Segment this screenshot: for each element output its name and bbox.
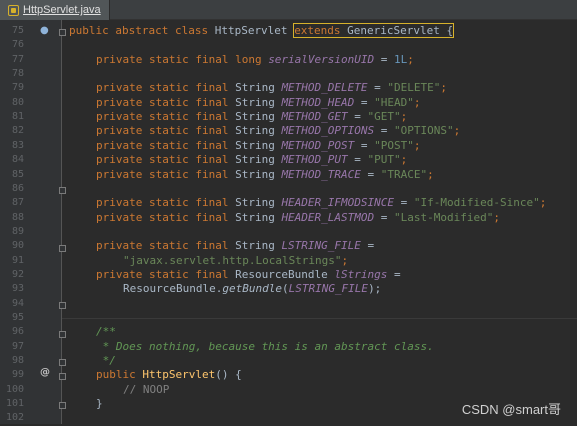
line-number: 89: [11, 225, 24, 237]
line-number: 82: [11, 125, 24, 137]
code-line-92: private static final ResourceBundle lStr…: [96, 267, 401, 281]
line-number: 94: [11, 297, 24, 309]
tab-httpservlet-java[interactable]: HttpServlet.java: [0, 0, 110, 20]
code-line-83: private static final String METHOD_POST …: [96, 138, 421, 152]
fold-toggle-icon[interactable]: [59, 373, 66, 380]
fold-toggle-icon[interactable]: [59, 29, 66, 36]
line-number: 100: [5, 383, 24, 395]
fold-toggle-icon[interactable]: [59, 302, 66, 309]
line-number: 96: [11, 326, 24, 338]
line-number: 88: [11, 211, 24, 223]
code-line-82: private static final String METHOD_OPTIO…: [96, 124, 461, 138]
code-line-87: private static final String HEADER_IFMOD…: [96, 196, 547, 210]
line-number: 95: [11, 312, 24, 323]
watermark: CSDN @smart哥: [461, 402, 561, 417]
line-number: 101: [5, 398, 24, 410]
code-line-84: private static final String METHOD_PUT =…: [96, 153, 408, 167]
line-number: 87: [11, 197, 24, 209]
javadoc-line-97: * Does nothing, because this is an abstr…: [96, 339, 434, 353]
line-number: 80: [11, 96, 24, 108]
line-number: 97: [11, 340, 24, 352]
highlighted-extends-clause: extends GenericServlet {: [293, 23, 455, 38]
line-number: 86: [11, 182, 24, 194]
line-number: 78: [11, 68, 24, 80]
code-line-90: private static final String LSTRING_FILE…: [96, 239, 375, 253]
java-class-icon: [8, 4, 19, 16]
line-number: 77: [11, 53, 24, 65]
fold-toggle-icon[interactable]: [59, 245, 66, 252]
line-number: 76: [11, 39, 24, 51]
fold-toggle-icon[interactable]: [59, 359, 66, 366]
line-number: 91: [11, 254, 24, 266]
code-line-79: private static final String METHOD_DELET…: [96, 81, 448, 95]
code-line-93: ResourceBundle.getBundle(LSTRING_FILE);: [123, 282, 382, 296]
editor-tab-bar: HttpServlet.java: [0, 0, 577, 20]
line-number: 98: [11, 355, 24, 367]
line-number: 90: [11, 240, 24, 252]
code-line-101: }: [96, 397, 103, 411]
line-number: 85: [11, 168, 24, 180]
line-number: 102: [5, 412, 24, 424]
fold-toggle-icon[interactable]: [59, 331, 66, 338]
comment-line-100: // NOOP: [123, 382, 170, 396]
code-editor[interactable]: 75 76 77 78 79 80 81 82 83 84 85 86 87 8…: [0, 20, 577, 424]
annotation-at-icon[interactable]: @: [40, 367, 50, 378]
code-line-80: private static final String METHOD_HEAD …: [96, 95, 421, 109]
code-line-99: public HttpServlet() {: [96, 368, 242, 382]
code-line-88: private static final String HEADER_LASTM…: [96, 210, 500, 224]
code-line-75: public abstract class HttpServlet extend…: [69, 23, 455, 38]
tab-label: HttpServlet.java: [23, 4, 101, 16]
code-line-85: private static final String METHOD_TRACE…: [96, 167, 434, 181]
javadoc-line-98: */: [96, 354, 116, 368]
line-number: 99: [11, 369, 24, 381]
method-separator: [62, 318, 577, 319]
fold-toggle-icon[interactable]: [59, 187, 66, 194]
line-number: 75: [11, 25, 24, 36]
line-number: 83: [11, 139, 24, 151]
code-line-77: private static final long serialVersionU…: [96, 52, 414, 66]
line-number: 93: [11, 283, 24, 295]
javadoc-line-96: /**: [96, 325, 116, 339]
line-number: 84: [11, 154, 24, 166]
fold-toggle-icon[interactable]: [59, 402, 66, 409]
override-down-icon[interactable]: ●: [40, 25, 49, 36]
code-line-81: private static final String METHOD_GET =…: [96, 110, 408, 124]
line-number: 79: [11, 82, 24, 94]
code-line-91: "javax.servlet.http.LocalStrings";: [123, 253, 349, 267]
line-number: 81: [11, 111, 24, 123]
line-number: 92: [11, 268, 24, 280]
